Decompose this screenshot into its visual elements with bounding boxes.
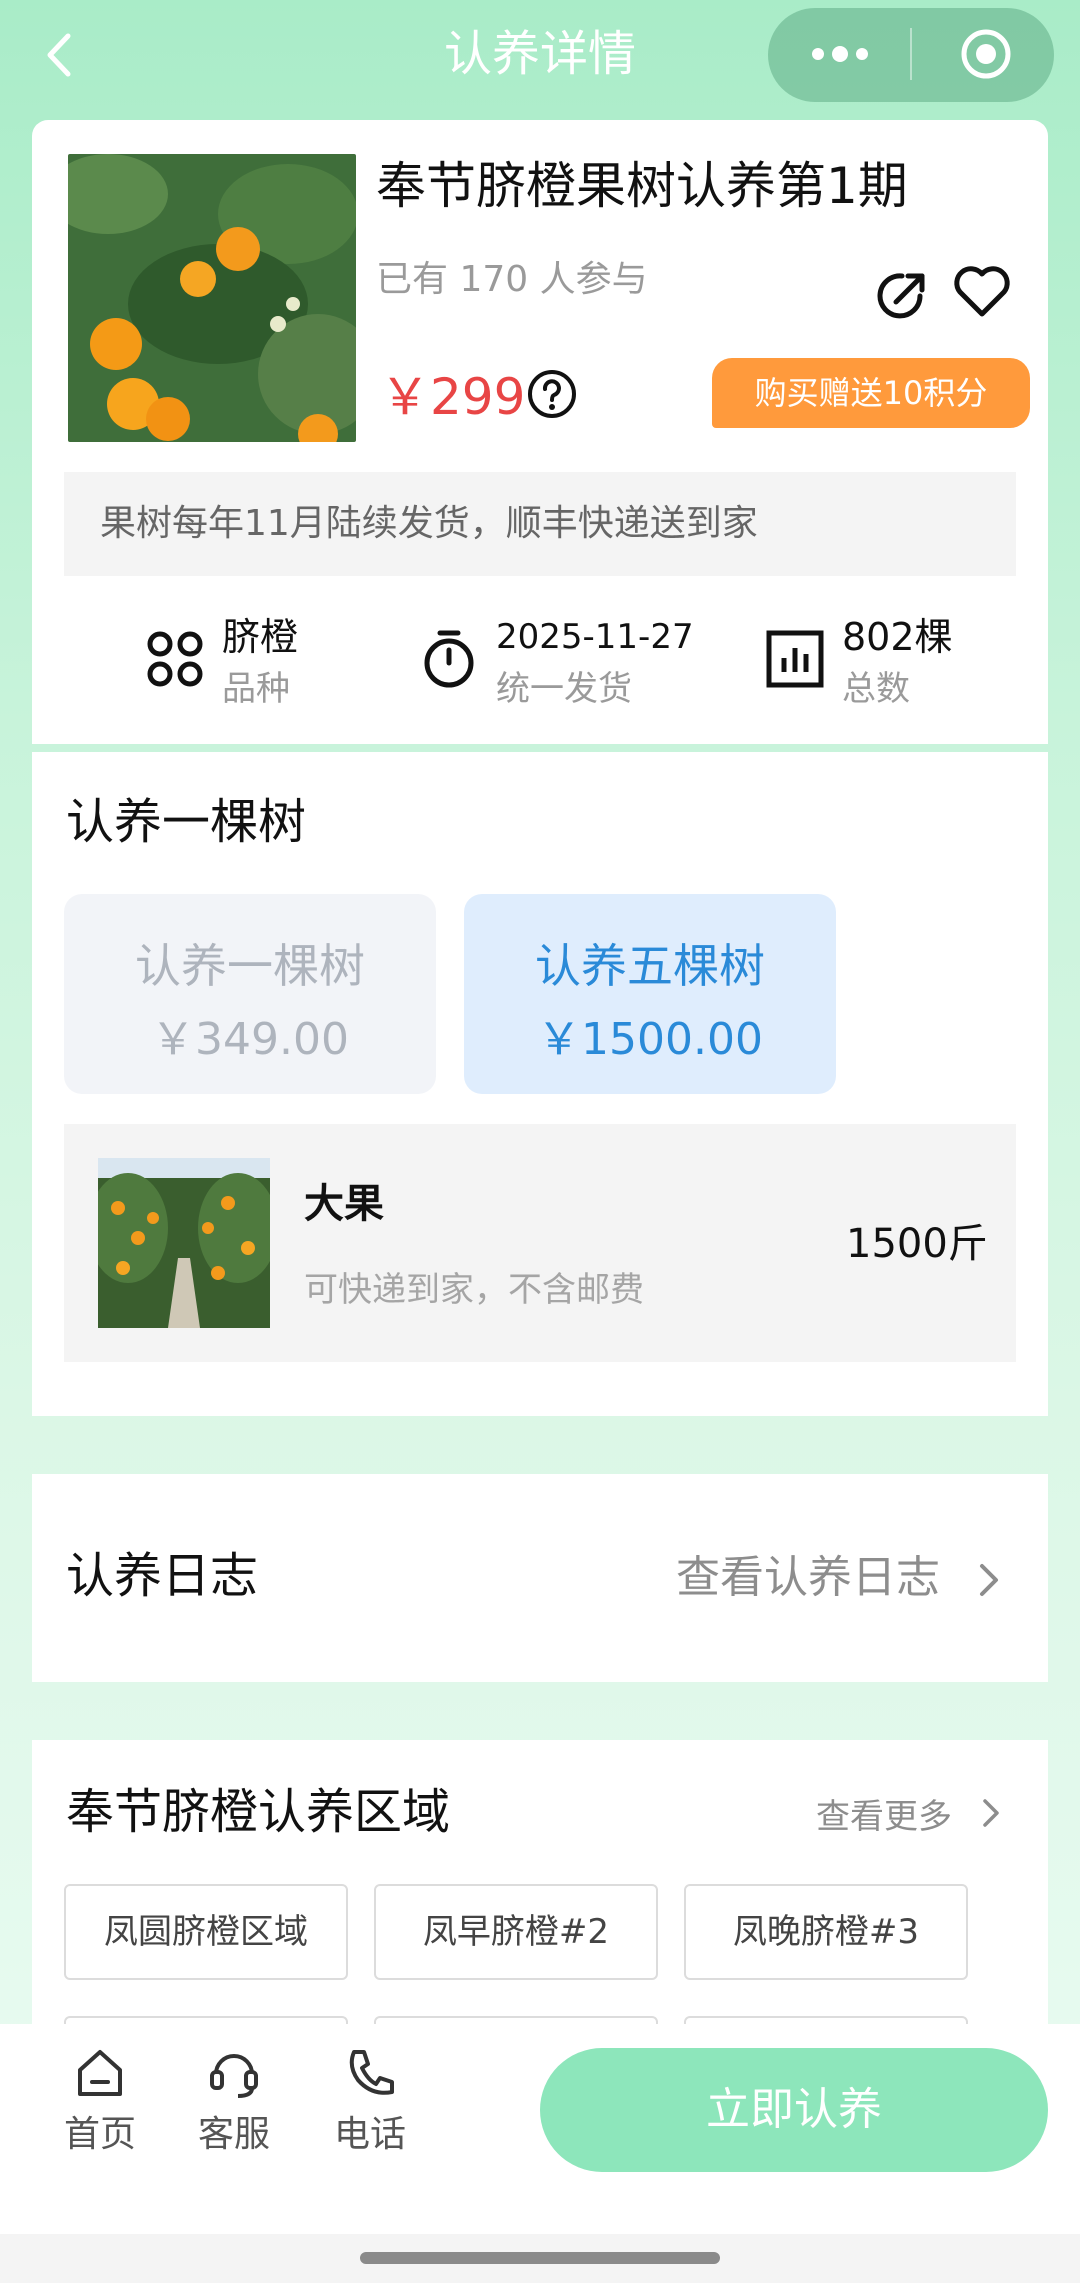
share-icon[interactable] — [874, 266, 932, 324]
region-tag[interactable]: 凤圆脐橙区域 — [64, 1884, 348, 1980]
total-label: 总数 — [842, 669, 910, 709]
timer-icon — [418, 628, 480, 690]
shipping-notice: 果树每年11月陆续发货，顺丰快递送到家 — [64, 472, 1016, 576]
package-description: 可快递到家，不含邮费 — [304, 1270, 644, 1310]
regions-title: 奉节脐橙认养区域 — [66, 1784, 451, 1840]
package-quantity: 1500斤 — [846, 1221, 988, 1267]
ship-date-label: 统一发货 — [496, 669, 632, 709]
option-name: 认养五棵树 — [535, 939, 765, 993]
option-one-tree[interactable]: 认养一棵树 ￥349.00 — [64, 894, 436, 1094]
adopt-now-button[interactable]: 立即认养 — [540, 2048, 1048, 2172]
adopt-section-title: 认养一棵树 — [66, 794, 307, 850]
home-icon[interactable] — [72, 2044, 128, 2100]
region-tag[interactable]: 凤晚脐橙#3 — [684, 1884, 968, 1980]
chevron-right-icon — [982, 1798, 1000, 1828]
nav-service-label[interactable]: 客服 — [174, 2110, 294, 2160]
region-tag[interactable]: 凤早脐橙#2 — [374, 1884, 658, 1980]
product-title: 奉节脐橙果树认养第1期 — [376, 157, 908, 215]
phone-icon[interactable] — [342, 2044, 398, 2100]
chevron-right-icon — [978, 1562, 1000, 1598]
log-title: 认养日志 — [66, 1548, 259, 1604]
variety-value: 脐橙 — [222, 615, 299, 659]
product-price: ￥299 — [380, 368, 526, 426]
product-image — [68, 154, 356, 442]
ship-date-value: 2025-11-27 — [496, 617, 694, 657]
help-question-icon[interactable] — [526, 368, 578, 420]
home-indicator[interactable] — [360, 2252, 720, 2264]
option-price: ￥1500.00 — [537, 1014, 763, 1065]
close-miniprogram-icon[interactable] — [960, 28, 1012, 80]
points-promo-badge: 购买赠送10积分 — [712, 358, 1030, 428]
total-value: 802棵 — [842, 615, 953, 659]
nav-home-label[interactable]: 首页 — [40, 2110, 160, 2160]
variety-label: 品种 — [222, 669, 290, 709]
view-more-link[interactable]: 查看更多 — [816, 1792, 952, 1842]
option-name: 认养一棵树 — [135, 939, 365, 993]
participant-count: 已有 170 人参与 — [376, 259, 648, 300]
more-icon[interactable] — [810, 36, 870, 72]
favorite-heart-icon[interactable] — [952, 262, 1012, 322]
nav-phone-label[interactable]: 电话 — [310, 2110, 430, 2160]
variety-icon — [144, 628, 206, 690]
chart-icon — [764, 628, 826, 690]
option-five-trees[interactable]: 认养五棵树 ￥1500.00 — [464, 894, 836, 1094]
capsule-divider — [910, 28, 912, 80]
option-price: ￥349.00 — [151, 1014, 349, 1065]
package-image — [98, 1158, 270, 1328]
headset-icon[interactable] — [206, 2044, 262, 2100]
view-log-link[interactable]: 查看认养日志 — [676, 1548, 940, 1608]
package-name: 大果 — [304, 1181, 384, 1227]
